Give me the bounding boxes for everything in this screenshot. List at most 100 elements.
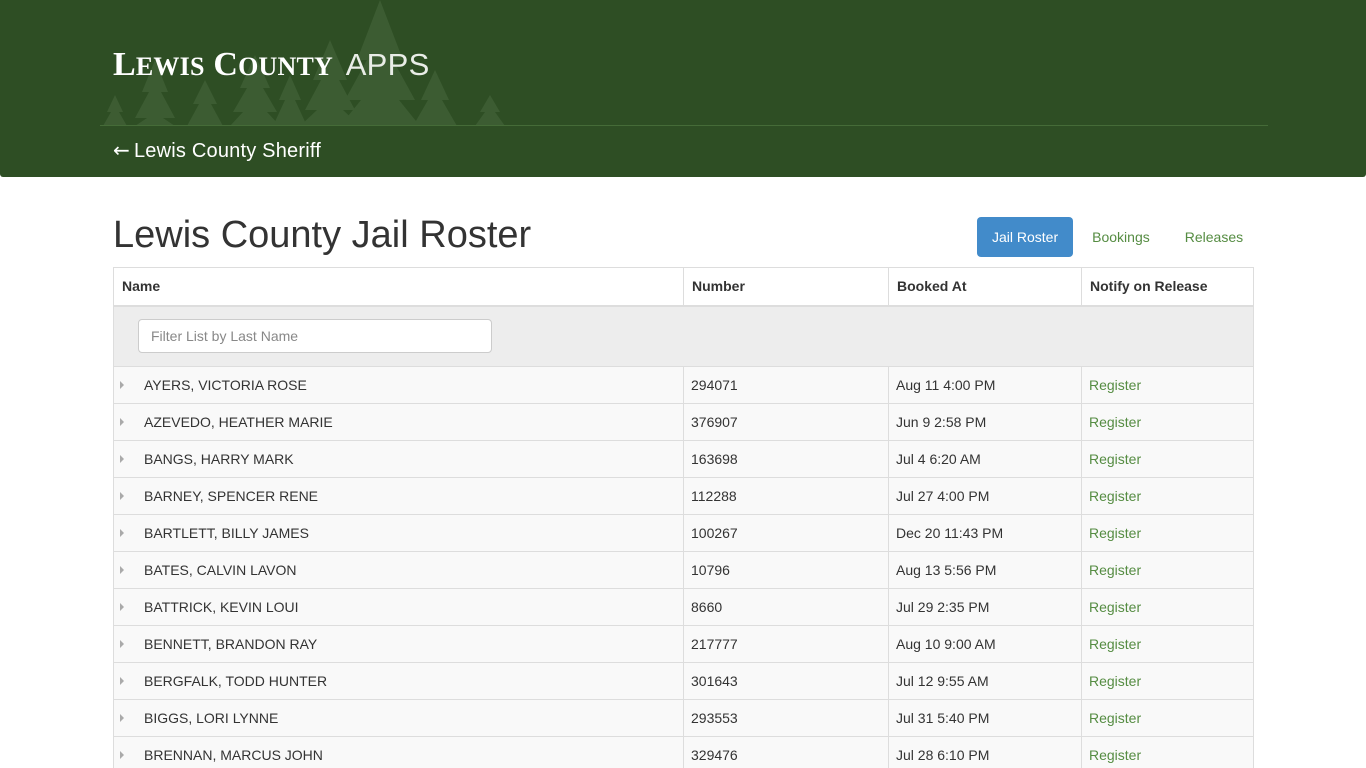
- expand-caret-icon[interactable]: [120, 418, 124, 427]
- booking-number: 163698: [683, 440, 889, 478]
- expand-caret-icon[interactable]: [120, 492, 124, 501]
- name-cell: AYERS, VICTORIA ROSE: [113, 366, 684, 404]
- name-cell: AZEVEDO, HEATHER MARIE: [113, 403, 684, 441]
- filter-row: [113, 305, 1254, 367]
- booking-number: 112288: [683, 477, 889, 515]
- notify-cell: Register: [1081, 588, 1254, 626]
- expand-caret-icon[interactable]: [120, 640, 124, 649]
- booking-number: 376907: [683, 403, 889, 441]
- back-link-label: Lewis County Sheriff: [133, 140, 322, 162]
- booked-at: Aug 13 5:56 PM: [888, 551, 1082, 589]
- booked-at: Aug 10 9:00 AM: [888, 625, 1082, 663]
- notify-cell: Register: [1081, 736, 1254, 768]
- tab-releases[interactable]: Releases: [1169, 217, 1259, 257]
- expand-caret-icon[interactable]: [120, 714, 124, 723]
- inmate-name: BANGS, HARRY MARK: [144, 451, 294, 467]
- expand-caret-icon[interactable]: [120, 751, 124, 760]
- booking-number: 100267: [683, 514, 889, 552]
- name-cell: BIGGS, LORI LYNNE: [113, 699, 684, 737]
- column-header-notify[interactable]: Notify on Release: [1081, 267, 1254, 307]
- register-link[interactable]: Register: [1089, 636, 1141, 652]
- logo-word: EWIS: [135, 52, 205, 81]
- register-link[interactable]: Register: [1089, 377, 1141, 393]
- notify-cell: Register: [1081, 477, 1254, 515]
- table-row[interactable]: AYERS, VICTORIA ROSE 294071 Aug 11 4:00 PM…: [113, 366, 1254, 404]
- booking-number: 293553: [683, 699, 889, 737]
- table-row[interactable]: BARNEY, SPENCER RENE 112288 Jul 27 4:00 PM…: [113, 477, 1254, 515]
- name-cell: BARNEY, SPENCER RENE: [113, 477, 684, 515]
- tab-bookings[interactable]: Bookings: [1075, 217, 1167, 257]
- register-link[interactable]: Register: [1089, 488, 1141, 504]
- page-title: Lewis County Jail Roster: [113, 214, 532, 256]
- tab-jail-roster[interactable]: Jail Roster: [977, 217, 1074, 257]
- booked-at: Aug 11 4:00 PM: [888, 366, 1082, 404]
- booked-at: Jun 9 2:58 PM: [888, 403, 1082, 441]
- expand-caret-icon[interactable]: [120, 677, 124, 686]
- register-link[interactable]: Register: [1089, 710, 1141, 726]
- register-link[interactable]: Register: [1089, 451, 1141, 467]
- booked-at: Jul 27 4:00 PM: [888, 477, 1082, 515]
- notify-cell: Register: [1081, 625, 1254, 663]
- notify-cell: Register: [1081, 440, 1254, 478]
- inmate-name: BENNETT, BRANDON RAY: [144, 636, 318, 652]
- logo-letter: L: [113, 46, 136, 83]
- name-cell: BRENNAN, MARCUS JOHN: [113, 736, 684, 768]
- register-link[interactable]: Register: [1089, 599, 1141, 615]
- table-row[interactable]: BANGS, HARRY MARK 163698 Jul 4 6:20 AM Regi…: [113, 440, 1254, 478]
- inmate-name: BATTRICK, KEVIN LOUI: [144, 599, 299, 615]
- register-link[interactable]: Register: [1089, 747, 1141, 763]
- expand-caret-icon[interactable]: [120, 381, 124, 390]
- column-header-number[interactable]: Number: [683, 267, 889, 307]
- table-row[interactable]: BENNETT, BRANDON RAY 217777 Aug 10 9:00 AM…: [113, 625, 1254, 663]
- site-logo[interactable]: LEWIS COUNTY APPS: [113, 46, 430, 86]
- expand-caret-icon[interactable]: [120, 455, 124, 464]
- inmate-name: AYERS, VICTORIA ROSE: [144, 377, 307, 393]
- table-row[interactable]: AZEVEDO, HEATHER MARIE 376907 Jun 9 2:58 P…: [113, 403, 1254, 441]
- table-row[interactable]: BIGGS, LORI LYNNE 293553 Jul 31 5:40 PM Reg…: [113, 699, 1254, 737]
- logo-letter: C: [213, 46, 239, 83]
- booking-number: 301643: [683, 662, 889, 700]
- register-link[interactable]: Register: [1089, 525, 1141, 541]
- inmate-name: BERGFALK, TODD HUNTER: [144, 673, 328, 689]
- expand-caret-icon[interactable]: [120, 566, 124, 575]
- header-divider: [100, 125, 1268, 126]
- column-header-name[interactable]: Name: [113, 267, 684, 307]
- table-row[interactable]: BERGFALK, TODD HUNTER 301643 Jul 12 9:55 A…: [113, 662, 1254, 700]
- name-cell: BATTRICK, KEVIN LOUI: [113, 588, 684, 626]
- booking-number: 217777: [683, 625, 889, 663]
- filter-last-name-input[interactable]: [138, 319, 492, 354]
- expand-caret-icon[interactable]: [120, 603, 124, 612]
- inmate-name: AZEVEDO, HEATHER MARIE: [144, 414, 333, 430]
- inmate-name: BARTLETT, BILLY JAMES: [144, 525, 309, 541]
- expand-caret-icon[interactable]: [120, 529, 124, 538]
- register-link[interactable]: Register: [1089, 562, 1141, 578]
- table-row[interactable]: BARTLETT, BILLY JAMES 100267 Dec 20 11:43 …: [113, 514, 1254, 552]
- register-link[interactable]: Register: [1089, 673, 1141, 689]
- notify-cell: Register: [1081, 366, 1254, 404]
- inmate-name: BIGGS, LORI LYNNE: [144, 710, 279, 726]
- notify-cell: Register: [1081, 551, 1254, 589]
- table-row[interactable]: BATTRICK, KEVIN LOUI 8660 Jul 29 2:35 PM Re…: [113, 588, 1254, 626]
- name-cell: BENNETT, BRANDON RAY: [113, 625, 684, 663]
- inmate-name: BRENNAN, MARCUS JOHN: [144, 747, 323, 763]
- table-header-row: Name Number Booked At Notify on Release: [113, 267, 1254, 307]
- inmate-name: BATES, CALVIN LAVON: [144, 562, 297, 578]
- name-cell: BANGS, HARRY MARK: [113, 440, 684, 478]
- back-to-sheriff-link[interactable]: ← Lewis County Sheriff: [113, 138, 321, 163]
- name-cell: BARTLETT, BILLY JAMES: [113, 514, 684, 552]
- table-row[interactable]: BRENNAN, MARCUS JOHN 329476 Jul 28 6:10 PM…: [113, 736, 1254, 768]
- inmate-name: BARNEY, SPENCER RENE: [144, 488, 319, 504]
- column-header-booked-at[interactable]: Booked At: [888, 267, 1082, 307]
- logo-apps-text: APPS: [345, 47, 430, 82]
- name-cell: BATES, CALVIN LAVON: [113, 551, 684, 589]
- table-row[interactable]: BATES, CALVIN LAVON 10796 Aug 13 5:56 PM Re…: [113, 551, 1254, 589]
- booked-at: Jul 31 5:40 PM: [888, 699, 1082, 737]
- booking-number: 8660: [683, 588, 889, 626]
- booked-at: Dec 20 11:43 PM: [888, 514, 1082, 552]
- filter-cell: [113, 305, 1254, 367]
- roster-nav: Jail Roster Bookings Releases: [977, 217, 1261, 257]
- booked-at: Jul 4 6:20 AM: [888, 440, 1082, 478]
- register-link[interactable]: Register: [1089, 414, 1141, 430]
- booked-at: Jul 29 2:35 PM: [888, 588, 1082, 626]
- booking-number: 294071: [683, 366, 889, 404]
